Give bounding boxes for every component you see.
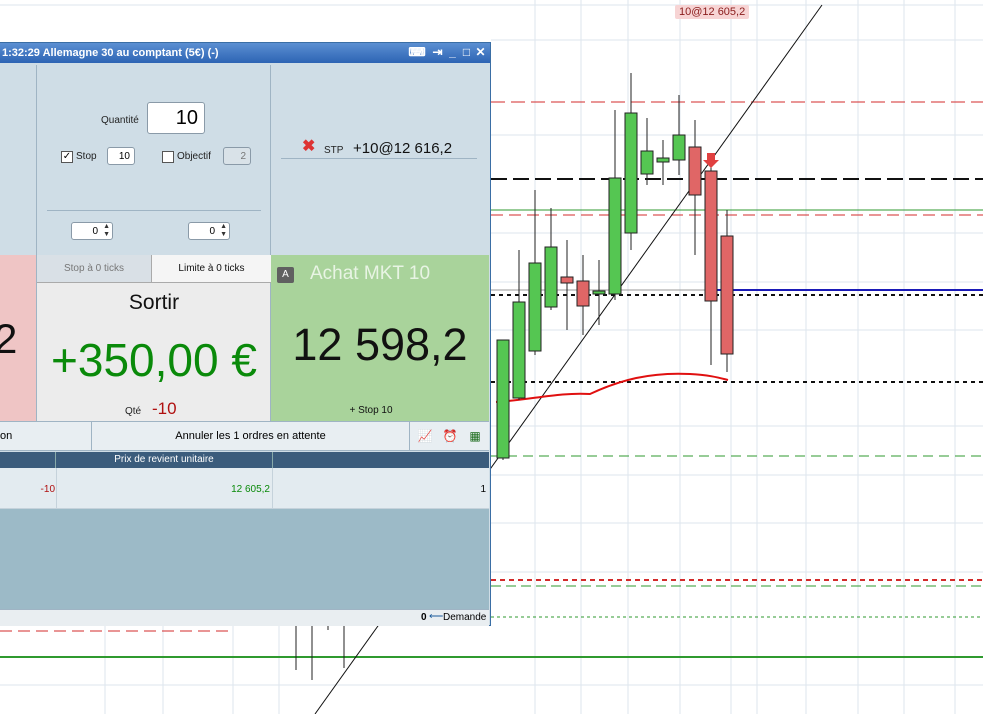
objective-input[interactable]: 2	[223, 147, 251, 165]
quantity-label: Quantité	[101, 115, 139, 126]
objective-checkbox[interactable]	[162, 151, 174, 163]
status-bar: 0 ⟵ Demande	[0, 609, 489, 626]
divider	[47, 210, 261, 211]
sell-price-fragment: 2	[0, 315, 18, 362]
status-count: 0	[421, 612, 427, 623]
stepper-arrows-icon[interactable]: ▲ ▼	[220, 223, 227, 239]
keyboard-icon[interactable]: ⌨	[407, 46, 427, 59]
row-last: 1	[480, 484, 486, 495]
pending-orders-panel: ✖ STP +10@12 616,2	[271, 65, 489, 255]
close-position-button[interactable]: on	[0, 422, 92, 451]
price-tag: 10@12 605,2	[675, 5, 750, 19]
objective-label: Objectif	[177, 151, 211, 162]
offset-left-stepper[interactable]: 0 ▲ ▼	[71, 222, 113, 240]
close-position-label: on	[0, 430, 13, 442]
stop-input[interactable]: 10	[107, 147, 135, 165]
order-ticket-window: 1:32:29 Allemagne 30 au comptant (5€) (-…	[0, 42, 491, 626]
status-label: Demande	[443, 612, 487, 623]
alert-icon[interactable]: ⏰	[441, 427, 459, 445]
chart-trade-icon[interactable]: 📈	[416, 427, 434, 445]
tab-limit[interactable]: Limite à 0 ticks	[152, 255, 271, 283]
stepper-arrows-icon[interactable]: ▲ ▼	[103, 223, 110, 239]
cancel-pending-button[interactable]: Annuler les 1 ordres en attente	[92, 422, 410, 451]
cancel-order-icon[interactable]: ✖	[302, 136, 315, 156]
buy-stop-label: + Stop 10	[349, 405, 393, 416]
maximize-icon[interactable]: □	[460, 46, 473, 59]
exit-tile[interactable]: Stop à 0 ticks Limite à 0 ticks Sortir +…	[37, 255, 271, 421]
sell-tile[interactable]: 2	[0, 255, 37, 421]
exit-title: Sortir	[128, 291, 180, 314]
offset-right-stepper[interactable]: 0 ▲ ▼	[188, 222, 230, 240]
quantity-input[interactable]: 10	[147, 102, 205, 134]
action-bar: on Annuler les 1 ordres en attente 📈 ⏰ ▦	[0, 421, 489, 451]
row-qty: -10	[40, 484, 55, 495]
window-titlebar[interactable]: 1:32:29 Allemagne 30 au comptant (5€) (-…	[0, 43, 490, 63]
minimize-icon[interactable]: _	[446, 46, 459, 59]
offset-right-value: 0	[209, 226, 215, 237]
pnl-value: +350,00 €	[51, 334, 257, 386]
column-header-price[interactable]: Prix de revient unitaire	[56, 454, 272, 465]
order-settings-panel: Quantité 10 ✓ Stop 10 Objectif 2 0 ▲ ▼ 0 …	[37, 65, 271, 255]
stop-label: Stop	[76, 151, 97, 162]
qty-label: Qté	[125, 406, 142, 417]
cancel-pending-label: Annuler les 1 ordres en attente	[175, 430, 326, 442]
grid-empty-area	[0, 509, 489, 609]
pending-order-type: STP	[324, 145, 344, 156]
positions-grid-header: Prix de revient unitaire	[0, 452, 489, 468]
buy-label: Achat MKT 10	[310, 263, 431, 284]
window-title: 1:32:29 Allemagne 30 au comptant (5€) (-…	[2, 47, 219, 59]
hotkey-badge: A	[277, 267, 294, 283]
row-price: 12 605,2	[231, 484, 270, 495]
tab-stop[interactable]: Stop à 0 ticks	[37, 255, 152, 283]
table-row[interactable]: -10 12 605,2 1	[0, 468, 489, 509]
export-icon[interactable]: ▦	[466, 427, 484, 445]
left-panel	[0, 65, 37, 255]
divider	[281, 158, 477, 159]
pin-icon[interactable]: ⇥	[431, 46, 444, 59]
offset-left-value: 0	[92, 226, 98, 237]
close-icon[interactable]: ✕	[474, 46, 487, 59]
buy-price: 12 598,2	[292, 319, 468, 370]
buy-market-tile[interactable]: A Achat MKT 10 12 598,2 + Stop 10	[271, 255, 489, 421]
pending-order-text: +10@12 616,2	[353, 140, 453, 157]
stop-checkbox[interactable]: ✓	[61, 151, 73, 163]
column-divider	[272, 452, 273, 468]
arrow-left-icon: ⟵	[429, 611, 444, 622]
qty-value: -10	[152, 399, 177, 418]
